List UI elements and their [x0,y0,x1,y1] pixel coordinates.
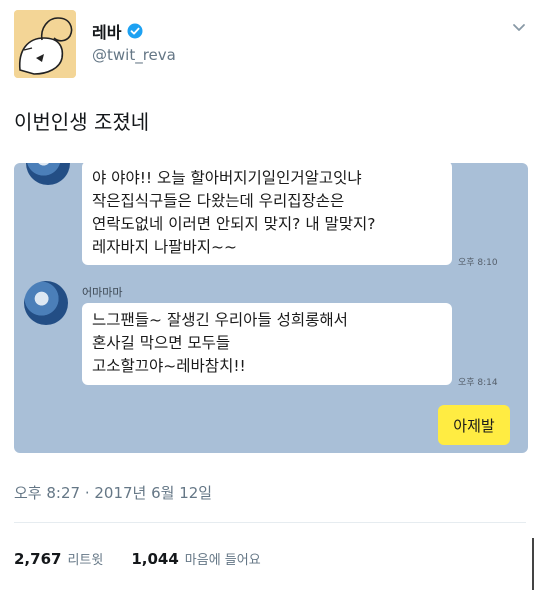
avatar[interactable] [14,10,76,78]
chat-avatar-icon [26,163,70,185]
verified-badge-icon [127,23,143,39]
tweet-text: 이번인생 조졌네 [14,110,150,134]
chat-image[interactable]: 야 야야!! 오늘 할아버지기일인거알고잇냐 작은집식구들은 다왔는데 우리집장… [14,163,528,453]
tweet-stats: 2,767 리트윗 1,044 마음에 들어요 [14,549,283,568]
author-handle[interactable]: @twit_reva [92,46,176,64]
retweet-label[interactable]: 리트윗 [67,549,103,568]
message-time: 오후 8:14 [458,378,498,388]
sender-name: 어마마마 [82,286,123,299]
display-name[interactable]: 레바 [92,19,121,43]
chat-message-2: 느그팬들~ 잘생긴 우리아들 성희롱해서 혼사길 막으면 모두들 고소할끄야~레… [82,303,452,385]
chat-line: 느그팬들~ 잘생긴 우리아들 성희롱해서 [92,311,348,329]
like-count[interactable]: 1,044 [131,550,178,568]
divider [532,538,534,590]
chat-line: 연락도없네 이러면 안되지 맞지? 내 말맞지? [92,215,376,233]
chat-line: 고소할끄야~레바참치!! [92,357,246,375]
chat-line: 야 야야!! 오늘 할아버지기일인거알고잇냐 [92,169,362,187]
retweet-count[interactable]: 2,767 [14,550,61,568]
chat-avatar-icon [24,281,68,325]
like-label[interactable]: 마음에 들어요 [185,549,261,568]
message-time: 오후 8:10 [458,258,498,268]
tweet-timestamp[interactable]: 오후 8:27 · 2017년 6월 12일 [14,482,212,503]
my-message: 아제발 [438,405,510,445]
chat-line: 레자바지 나팔바지~~ [92,238,237,256]
tweet-card: 레바 @twit_reva 이번인생 조졌네 야 야야!! 오늘 할아버지기일인… [0,0,540,599]
chat-message-1: 야 야야!! 오늘 할아버지기일인거알고잇냐 작은집식구들은 다왔는데 우리집장… [82,163,452,265]
chat-line: 혼사길 막으면 모두들 [92,334,231,352]
divider [14,522,526,523]
chat-line: 작은집식구들은 다왔는데 우리집장손은 [92,192,345,210]
author-name-row[interactable]: 레바 [92,20,143,42]
chevron-down-icon[interactable] [510,18,528,36]
